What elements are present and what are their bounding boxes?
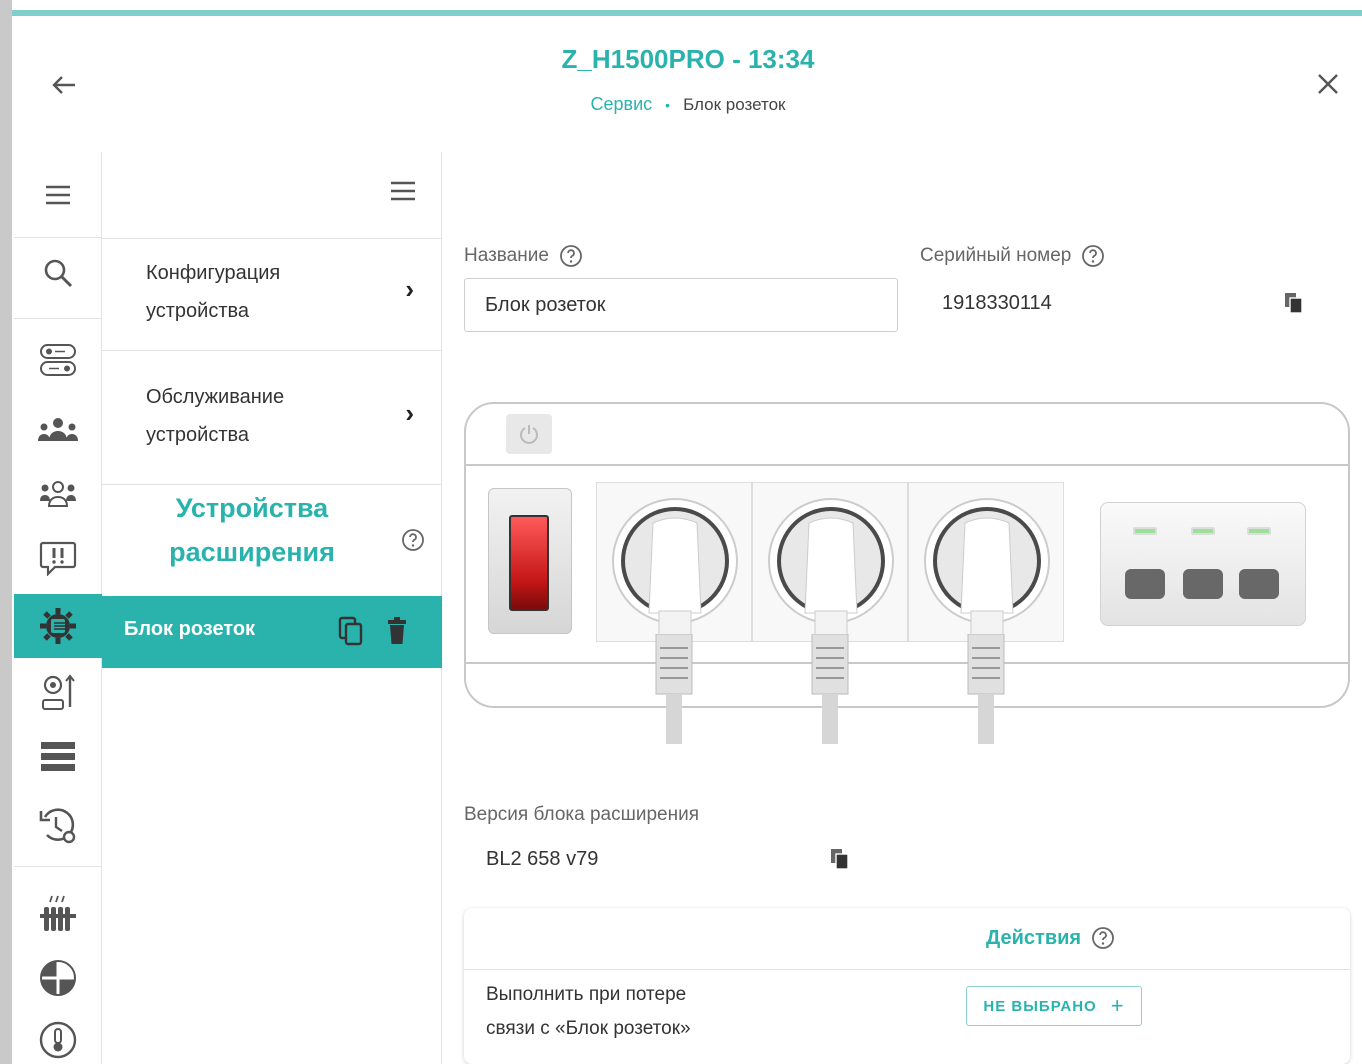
trash-icon [388, 617, 406, 644]
page-title: Z_H1500PRO - 13:34 [561, 44, 815, 74]
serial-field-label: Серийный номер [920, 244, 1105, 268]
submenu-item-label: Конфигурация [146, 262, 281, 284]
header: Z_H1500PRO - 13:34 Сервис • Блок розеток [14, 18, 1362, 152]
panel-button [1183, 569, 1223, 599]
main-switch [488, 488, 572, 634]
main-content: Название Серийный номер 1918330114 [442, 152, 1362, 1064]
outlet-1 [596, 482, 752, 644]
plug-cords [655, 634, 1005, 744]
duplicate-button[interactable] [338, 616, 364, 651]
submenu: Конфигурация устройства › Обслуживание у… [102, 152, 442, 1064]
rail-users-button[interactable] [14, 408, 102, 452]
help-icon [402, 529, 424, 551]
name-field-label: Название [464, 244, 583, 268]
window-frame-left [0, 0, 12, 1064]
plug-icon [924, 498, 1050, 644]
rail-alerts-button[interactable] [14, 536, 102, 580]
copy-icon [1285, 293, 1303, 314]
rail-contacts-button[interactable] [14, 472, 102, 516]
outlet-2 [752, 482, 908, 644]
led-indicator-panel [1100, 502, 1306, 626]
version-field-label: Версия блока расширения [464, 804, 699, 825]
rail-settings-button[interactable] [14, 668, 102, 718]
menu-icon [46, 185, 70, 205]
connection-loss-action-label: Выполнить при потере связи с «Блок розет… [486, 984, 691, 1039]
rail-list-button[interactable] [14, 734, 102, 778]
submenu-item-socket-block[interactable]: Блок розеток [102, 596, 442, 668]
panel-button [1125, 569, 1165, 599]
copy-version-button[interactable] [830, 848, 850, 875]
switch-rocker [509, 515, 549, 611]
plug-icon [612, 498, 738, 644]
settings-tools-icon [42, 674, 75, 710]
breadcrumb-service-link[interactable]: Сервис [591, 94, 653, 114]
copy-serial-button[interactable] [1284, 292, 1304, 319]
power-icon [520, 425, 538, 444]
led-indicator [1247, 527, 1271, 535]
select-action-button[interactable]: НЕ ВЫБРАНО + [966, 986, 1142, 1026]
rail-search-button[interactable] [14, 250, 102, 296]
expansion-devices-help-button[interactable] [401, 528, 425, 557]
name-input[interactable] [464, 278, 898, 332]
submenu-active-label: Блок розеток [124, 618, 256, 640]
rail-heating-button[interactable] [14, 954, 102, 1002]
breadcrumb-separator: • [665, 97, 671, 113]
socket-block-illustration [464, 402, 1350, 744]
submenu-item-maintenance[interactable]: Обслуживание устройства › [102, 350, 442, 484]
radiator-icon [40, 895, 76, 931]
breadcrumb-current: Блок розеток [683, 95, 786, 114]
rail-radiator-button[interactable] [14, 890, 102, 938]
actions-card: Действия Выполнить при потере связи с «Б… [464, 908, 1350, 1064]
actions-header: Действия [464, 908, 1350, 970]
rail-history-button[interactable] [14, 802, 102, 850]
led-indicator [1133, 527, 1157, 535]
rail-temperature-button[interactable] [14, 1018, 102, 1062]
chevron-right-icon: › [405, 274, 414, 304]
breadcrumb: Сервис • Блок розеток [14, 94, 1362, 115]
help-icon[interactable] [1091, 926, 1115, 950]
outlet-3 [908, 482, 1064, 644]
help-icon[interactable] [559, 244, 583, 268]
copy-icon [338, 616, 363, 646]
submenu-item-configuration[interactable]: Конфигурация устройства › [102, 238, 442, 350]
heating-circuit-icon [40, 960, 76, 996]
close-button[interactable] [1308, 66, 1348, 102]
submenu-item-label: устройства [146, 424, 250, 446]
chevron-right-icon: › [405, 398, 414, 428]
search-icon [44, 259, 73, 288]
rail-devices-button[interactable] [14, 594, 102, 658]
outlets-group [596, 482, 1064, 644]
submenu-item-label: устройства [146, 300, 250, 322]
plug-icon [768, 498, 894, 644]
icon-rail [14, 152, 102, 1064]
thermometer-icon [39, 1021, 77, 1059]
close-icon [1318, 74, 1338, 94]
users-group-icon [38, 418, 78, 441]
version-value: BL2 658 v79 [486, 848, 599, 870]
submenu-collapse-button[interactable] [389, 180, 417, 207]
expansion-devices-heading: Устройства расширения [169, 493, 335, 567]
rail-io-button[interactable] [14, 338, 102, 382]
gear-chip-icon [40, 608, 76, 644]
history-gear-icon [39, 808, 76, 844]
delete-button[interactable] [386, 616, 408, 651]
panel-button [1239, 569, 1279, 599]
users-outline-icon [40, 481, 76, 507]
alert-bubble-icon [39, 541, 77, 576]
io-toggle-icon [40, 344, 76, 376]
serial-number-value: 1918330114 [942, 292, 1052, 314]
actions-title: Действия [986, 926, 1115, 950]
submenu-item-label: Обслуживание [146, 386, 285, 408]
plus-icon: + [1110, 993, 1125, 1018]
led-indicator [1191, 527, 1215, 535]
window-frame-top [12, 10, 1362, 16]
copy-icon [831, 849, 849, 870]
power-button[interactable] [506, 414, 552, 454]
list-icon [41, 742, 75, 771]
help-icon[interactable] [1081, 244, 1105, 268]
menu-icon [391, 181, 415, 201]
arrow-left-icon [52, 76, 75, 94]
rail-menu-button[interactable] [14, 172, 102, 218]
